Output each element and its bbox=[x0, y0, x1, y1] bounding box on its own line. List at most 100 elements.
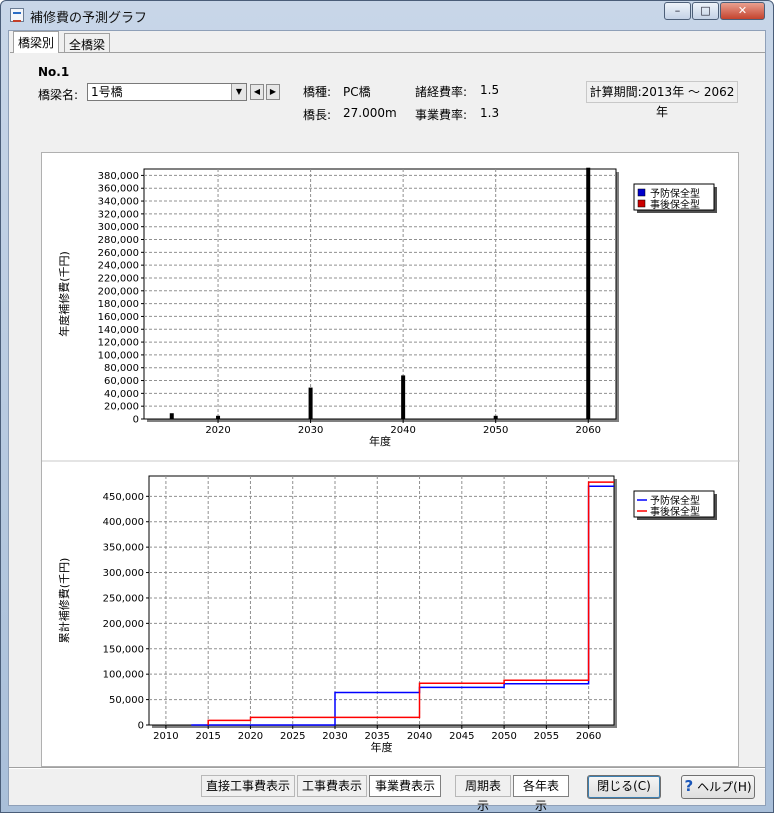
chart2-ytick-label: 150,000 bbox=[103, 644, 144, 655]
chart2-xtick-label: 2055 bbox=[534, 731, 559, 742]
chart1-ytick-label: 100,000 bbox=[98, 350, 139, 361]
chart1-legend-label: 事後保全型 bbox=[650, 198, 700, 211]
chart1-ylabel: 年度補修費(千円) bbox=[57, 251, 71, 337]
chart1-plot-frame bbox=[143, 168, 617, 420]
chart1-bar bbox=[401, 375, 406, 419]
minimize-button[interactable]: – bbox=[664, 2, 691, 20]
cycle-display-button[interactable]: 周期表示 bbox=[455, 775, 511, 813]
help-icon: ? bbox=[684, 777, 694, 795]
chart1-ytick-label: 20,000 bbox=[104, 402, 139, 413]
chart1-ytick-label: 360,000 bbox=[98, 184, 139, 195]
maximize-button[interactable]: □ bbox=[692, 2, 719, 20]
chart1-ytick-label: 340,000 bbox=[98, 197, 139, 208]
chart1-bar bbox=[169, 413, 174, 419]
chart2-ytick-label: 250,000 bbox=[103, 593, 144, 604]
chart1-ytick-label: 380,000 bbox=[98, 171, 139, 182]
bridge-name-value: 1号橋 bbox=[91, 85, 123, 99]
app-window: 補修費の予測グラフ – □ ✕ 橋梁別 全橋梁 No.1 橋梁名: 1号橋 ▼ … bbox=[0, 0, 774, 813]
chevron-down-icon[interactable]: ▼ bbox=[231, 84, 246, 100]
chart2-ytick-label: 0 bbox=[138, 721, 144, 732]
charts-svg: 020,00040,00060,00080,000100,000120,0001… bbox=[42, 167, 740, 754]
chart2-xlabel: 年度 bbox=[371, 740, 393, 754]
chart1-ytick-label: 320,000 bbox=[98, 209, 139, 220]
chart1-legend-label: 予防保全型 bbox=[650, 187, 700, 200]
chart2-xtick-label: 2025 bbox=[280, 731, 305, 742]
chart2-xtick-label: 2040 bbox=[407, 731, 432, 742]
chart1-ytick-label: 160,000 bbox=[98, 312, 139, 323]
chart1-legend-swatch bbox=[637, 199, 646, 208]
chart1-ytick-label: 0 bbox=[133, 415, 139, 426]
chart2-legend-label: 事後保全型 bbox=[650, 505, 700, 518]
chart1-xtick-label: 2030 bbox=[298, 425, 323, 436]
construction-cost-button[interactable]: 工事費表示 bbox=[297, 775, 367, 797]
chart2-ytick-label: 300,000 bbox=[103, 568, 144, 579]
chart1-ytick-label: 140,000 bbox=[98, 325, 139, 336]
chart1-legend-swatch bbox=[637, 188, 646, 197]
calculation-period-button[interactable]: 計算期間:2013年 〜 2062年 bbox=[586, 81, 738, 119]
next-bridge-button[interactable]: ▶ bbox=[266, 84, 280, 100]
chart2-xtick-label: 2050 bbox=[491, 731, 516, 742]
chart1-bar bbox=[308, 387, 313, 419]
client-area: 橋梁別 全橋梁 No.1 橋梁名: 1号橋 ▼ ◀ ▶ 橋種: PC橋 橋長: … bbox=[8, 30, 766, 813]
chart1-xtick-label: 2020 bbox=[205, 425, 230, 436]
chart2-xtick-label: 2030 bbox=[322, 731, 347, 742]
bridge-name-label: 橋梁名: bbox=[38, 88, 79, 102]
chart2-ytick-label: 350,000 bbox=[103, 543, 144, 554]
title-bar[interactable]: 補修費の予測グラフ – □ ✕ bbox=[1, 1, 773, 29]
chart1-xtick-label: 2060 bbox=[576, 425, 601, 436]
direct-cost-button[interactable]: 直接工事費表示 bbox=[201, 775, 295, 797]
chart1-xtick-label: 2050 bbox=[483, 425, 508, 436]
chart1-ytick-label: 80,000 bbox=[104, 363, 139, 374]
bridge-length-label: 橋長: bbox=[303, 108, 332, 122]
window-title: 補修費の予測グラフ bbox=[30, 11, 148, 26]
chart2-xtick-label: 2010 bbox=[153, 731, 178, 742]
chart1-xlabel: 年度 bbox=[369, 434, 391, 448]
chart2-xtick-label: 2015 bbox=[195, 731, 220, 742]
chart1-ytick-label: 200,000 bbox=[98, 286, 139, 297]
business-rate-value: 1.3 bbox=[480, 106, 500, 120]
chart2-xtick-label: 2020 bbox=[238, 731, 263, 742]
chart2-legend-label: 予防保全型 bbox=[650, 494, 700, 507]
chart2-ytick-label: 450,000 bbox=[103, 492, 144, 503]
close-button[interactable]: 閉じる(C) bbox=[587, 775, 661, 799]
bridge-type-value: PC橋 bbox=[343, 85, 371, 99]
chart1-bar bbox=[586, 167, 591, 419]
chart1-ytick-label: 240,000 bbox=[98, 261, 139, 272]
chart1-ytick-label: 280,000 bbox=[98, 235, 139, 246]
tab-panel: No.1 橋梁名: 1号橋 ▼ ◀ ▶ 橋種: PC橋 橋長: 27.000m … bbox=[10, 52, 765, 767]
overhead-rate-label: 諸経費率: bbox=[415, 85, 468, 99]
chart2-ytick-label: 50,000 bbox=[109, 695, 144, 706]
chart1-xtick-label: 2040 bbox=[390, 425, 415, 436]
chart2-xtick-label: 2045 bbox=[449, 731, 474, 742]
tab-by-bridge[interactable]: 橋梁別 bbox=[13, 31, 60, 53]
chart1-ytick-label: 40,000 bbox=[104, 389, 139, 400]
chart2-plot-frame bbox=[148, 475, 615, 726]
close-window-button[interactable]: ✕ bbox=[720, 2, 765, 20]
bottom-separator bbox=[9, 767, 765, 769]
prev-bridge-button[interactable]: ◀ bbox=[250, 84, 264, 100]
bridge-type-label: 橋種: bbox=[303, 85, 332, 99]
chart1-ytick-label: 260,000 bbox=[98, 248, 139, 259]
chart1-bar bbox=[216, 415, 221, 419]
help-button-label: ヘルプ(H) bbox=[697, 780, 752, 794]
bridge-length-value: 27.000m bbox=[343, 106, 397, 120]
overhead-rate-value: 1.5 bbox=[480, 83, 500, 97]
chart1-ytick-label: 180,000 bbox=[98, 299, 139, 310]
chart1-bar bbox=[493, 415, 498, 419]
business-rate-label: 事業費率: bbox=[415, 108, 468, 122]
chart1-ytick-label: 60,000 bbox=[104, 376, 139, 387]
chart2-ytick-label: 100,000 bbox=[103, 670, 144, 681]
annual-display-button[interactable]: 各年表示 bbox=[513, 775, 569, 813]
tab-all-bridges[interactable]: 全橋梁 bbox=[64, 33, 111, 53]
help-button[interactable]: ? ヘルプ(H) bbox=[681, 775, 755, 799]
chart2-ylabel: 累計補修費(千円) bbox=[57, 558, 71, 644]
app-icon bbox=[10, 8, 24, 22]
business-cost-button[interactable]: 事業費表示 bbox=[369, 775, 441, 797]
chart1-ytick-label: 120,000 bbox=[98, 338, 139, 349]
chart2-ytick-label: 400,000 bbox=[103, 517, 144, 528]
bridge-name-select[interactable]: 1号橋 ▼ bbox=[87, 83, 247, 101]
chart2-xtick-label: 2060 bbox=[576, 731, 601, 742]
chart1-ytick-label: 300,000 bbox=[98, 222, 139, 233]
chart2-ytick-label: 200,000 bbox=[103, 619, 144, 630]
chart-area: 0 20,000 40,000 60,000 80,000 100,000 120,000 1… bbox=[41, 152, 740, 767]
